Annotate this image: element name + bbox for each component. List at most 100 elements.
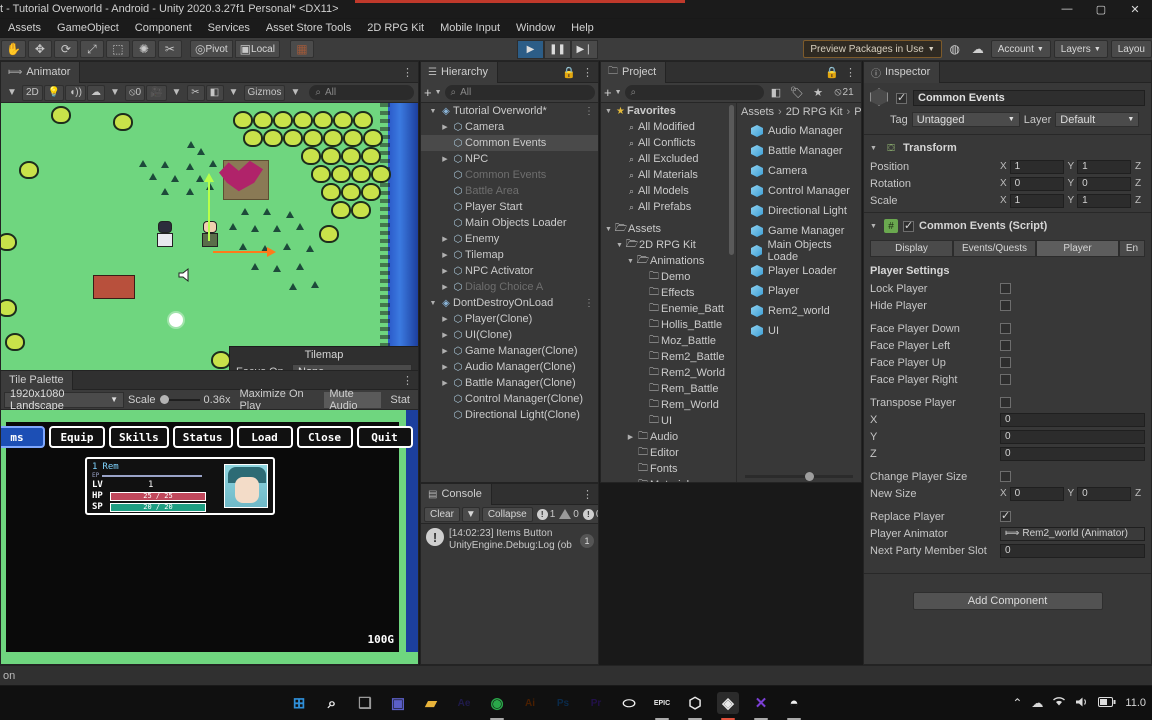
project-asset-item[interactable]: Audio Manager — [737, 121, 861, 141]
visual-studio-icon[interactable]: ◓ — [783, 692, 805, 714]
chevron-right-icon[interactable]: ▶ — [625, 433, 636, 441]
project-tree-item[interactable]: ⌕ All Models — [601, 183, 736, 199]
hierarchy-item[interactable]: ▶ ⬡ Tilemap — [421, 247, 598, 263]
game-menu-button-ms[interactable]: ms — [1, 426, 45, 448]
transform-position-y-field[interactable]: 1 — [1077, 159, 1131, 174]
hierarchy-item[interactable]: ▶ ⬡ NPC — [421, 151, 598, 167]
change-player-size-checkbox[interactable] — [1000, 471, 1011, 482]
console-entry[interactable]: ! [14:02:23] Items Button UnityEngine.De… — [421, 524, 598, 556]
collapse-button[interactable]: Collapse — [481, 506, 533, 522]
transform-rotation-x-field[interactable]: 0 — [1009, 176, 1064, 191]
hierarchy-item[interactable]: ⬡ Battle Area — [421, 183, 598, 199]
cloud-icon[interactable]: ☁ — [968, 40, 988, 58]
menu-item-2d-rpg-kit[interactable]: 2D RPG Kit — [359, 19, 432, 37]
game-view-canvas[interactable]: ms Equip Skills Status Load Close Quit 100G — [1, 410, 418, 664]
pivot-button[interactable]: ◎ Pivot — [189, 40, 233, 58]
transpose-z-field[interactable]: 0 — [1000, 446, 1145, 461]
hierarchy-item[interactable]: ▼ ◈ Tutorial Overworld* ⋮ — [421, 103, 598, 119]
new-size-y-field[interactable]: 0 — [1077, 486, 1131, 501]
audio-icon[interactable]: ◖)) — [65, 84, 86, 101]
chevron-right-icon[interactable]: ▶ — [439, 347, 451, 355]
transpose-y-field[interactable]: 0 — [1000, 429, 1145, 444]
start-button[interactable]: ⊞ — [288, 692, 310, 714]
account-button[interactable]: Account ▼ — [990, 40, 1051, 58]
grid-snap-button[interactable]: ▦ — [289, 40, 314, 58]
scene-tools-icon[interactable]: ✂ — [186, 84, 205, 101]
game-menu-button-load[interactable]: Load — [236, 426, 293, 448]
gizmo-x-axis[interactable] — [213, 247, 276, 257]
scene-menu-icon[interactable]: ⋮ — [584, 298, 598, 309]
move-tool-button[interactable]: ✥ — [27, 40, 52, 58]
create-asset-button[interactable]: + — [604, 85, 612, 100]
script-enabled-checkbox[interactable] — [903, 219, 914, 232]
script-tab-en[interactable]: En — [1119, 240, 1145, 257]
gizmos-dropdown-arrow[interactable]: ▼ — [225, 85, 243, 101]
game-menu-button-close[interactable]: Close — [296, 426, 353, 448]
gameobject-active-checkbox[interactable] — [896, 91, 907, 104]
menu-item-mobile-input[interactable]: Mobile Input — [432, 19, 508, 37]
face-player-left-checkbox[interactable] — [1000, 340, 1011, 351]
error-count-group[interactable]: ! 1 — [536, 508, 555, 520]
pause-button[interactable]: ❚❚ — [544, 40, 571, 59]
unity-hub-icon[interactable]: ⬡ — [684, 692, 706, 714]
panel-menu-icon[interactable]: ⋮ — [402, 374, 418, 387]
rect-tool-button[interactable]: ⬚ — [105, 40, 130, 58]
script-tab-player[interactable]: Player — [1036, 240, 1119, 257]
project-tree-item[interactable]: 🗀Materials — [601, 477, 736, 483]
project-tree-item[interactable]: 🗀 Demo — [601, 269, 736, 285]
project-asset-item[interactable]: Main Objects Loade — [737, 239, 861, 263]
panel-menu-icon[interactable]: ⋮ — [402, 66, 418, 79]
collab-icon[interactable]: ◍ — [945, 40, 965, 58]
project-tree-item[interactable]: ▼ 🗁 Animations — [601, 253, 736, 269]
face-player-right-checkbox[interactable] — [1000, 374, 1011, 385]
scene-search-input[interactable]: ⌕ All — [309, 85, 414, 100]
info-count-group[interactable]: ! 0 — [582, 508, 598, 520]
chevron-down-icon[interactable]: ▼ — [603, 226, 614, 233]
next-party-slot-field[interactable]: 0 — [1000, 543, 1145, 558]
hierarchy-item[interactable]: ⬡ Player Start — [421, 199, 598, 215]
scale-slider[interactable]: Scale 0.36x — [128, 394, 230, 406]
teams-icon[interactable]: ▣ — [387, 692, 409, 714]
chevron-right-icon[interactable]: ▶ — [439, 315, 451, 323]
transform-tool-button[interactable]: ✺ — [131, 40, 156, 58]
hierarchy-item[interactable]: ▶ ⬡ NPC Activator — [421, 263, 598, 279]
gizmo-y-axis[interactable] — [204, 173, 214, 241]
panel-menu-icon[interactable]: ⋮ — [582, 66, 593, 79]
chevron-down-icon[interactable]: ▼ — [615, 89, 622, 96]
panel-menu-icon[interactable]: ⋮ — [845, 66, 856, 79]
custom-tool-button[interactable]: ✂ — [157, 40, 182, 58]
hierarchy-item[interactable]: ▶ ⬡ Dialog Choice A — [421, 279, 598, 295]
hierarchy-item[interactable]: ▶ ⬡ UI(Clone) — [421, 327, 598, 343]
photoshop-icon[interactable]: Ps — [552, 692, 574, 714]
mute-audio-toggle[interactable]: Mute Audio — [324, 388, 382, 412]
face-player-up-checkbox[interactable] — [1000, 357, 1011, 368]
chevron-right-icon[interactable]: ▶ — [439, 379, 451, 387]
breadcrumb-item[interactable]: 2D RPG Kit — [786, 106, 843, 118]
close-button[interactable]: ✕ — [1118, 3, 1152, 16]
chevron-right-icon[interactable]: ▶ — [439, 331, 451, 339]
menu-item-gameobject[interactable]: GameObject — [49, 19, 127, 37]
search-icon[interactable]: ⌕ — [321, 692, 343, 714]
illustrator-icon[interactable]: Ai — [519, 692, 541, 714]
project-tree-item[interactable]: 🗀 Rem2_Battle — [601, 349, 736, 365]
fx-dropdown[interactable]: ▼ — [106, 85, 124, 101]
chevron-right-icon[interactable]: ▶ — [439, 123, 451, 131]
project-tree-item[interactable]: ▼ 🗁 2D RPG Kit — [601, 237, 736, 253]
camera-dropdown[interactable]: ▼ — [168, 85, 186, 101]
script-component-header[interactable]: ▼ # Common Events (Script) — [864, 216, 1151, 236]
tab-console[interactable]: ▤ Console — [421, 483, 492, 505]
menu-item-component[interactable]: Component — [127, 19, 200, 37]
project-tree-item[interactable]: ▼ 🗁 Assets — [601, 221, 736, 237]
epic-games-icon[interactable]: EPIC — [651, 692, 673, 714]
warning-count-group[interactable]: 0 — [559, 509, 579, 520]
chevron-right-icon[interactable]: ▶ — [439, 283, 451, 291]
chevron-down-icon[interactable]: ▼ — [427, 300, 439, 307]
chevron-down-icon[interactable]: ▼ — [603, 108, 614, 115]
project-tree-item[interactable]: 🗀 Effects — [601, 285, 736, 301]
chevron-down-icon[interactable]: ▼ — [625, 258, 636, 265]
resolution-dropdown[interactable]: 1920x1080 Landscape ▼ — [4, 388, 124, 412]
chevron-right-icon[interactable]: ▶ — [439, 267, 451, 275]
hide-player-checkbox[interactable] — [1000, 300, 1011, 311]
menu-item-services[interactable]: Services — [200, 19, 258, 37]
tab-inspector[interactable]: ⓘ Inspector — [864, 61, 941, 83]
